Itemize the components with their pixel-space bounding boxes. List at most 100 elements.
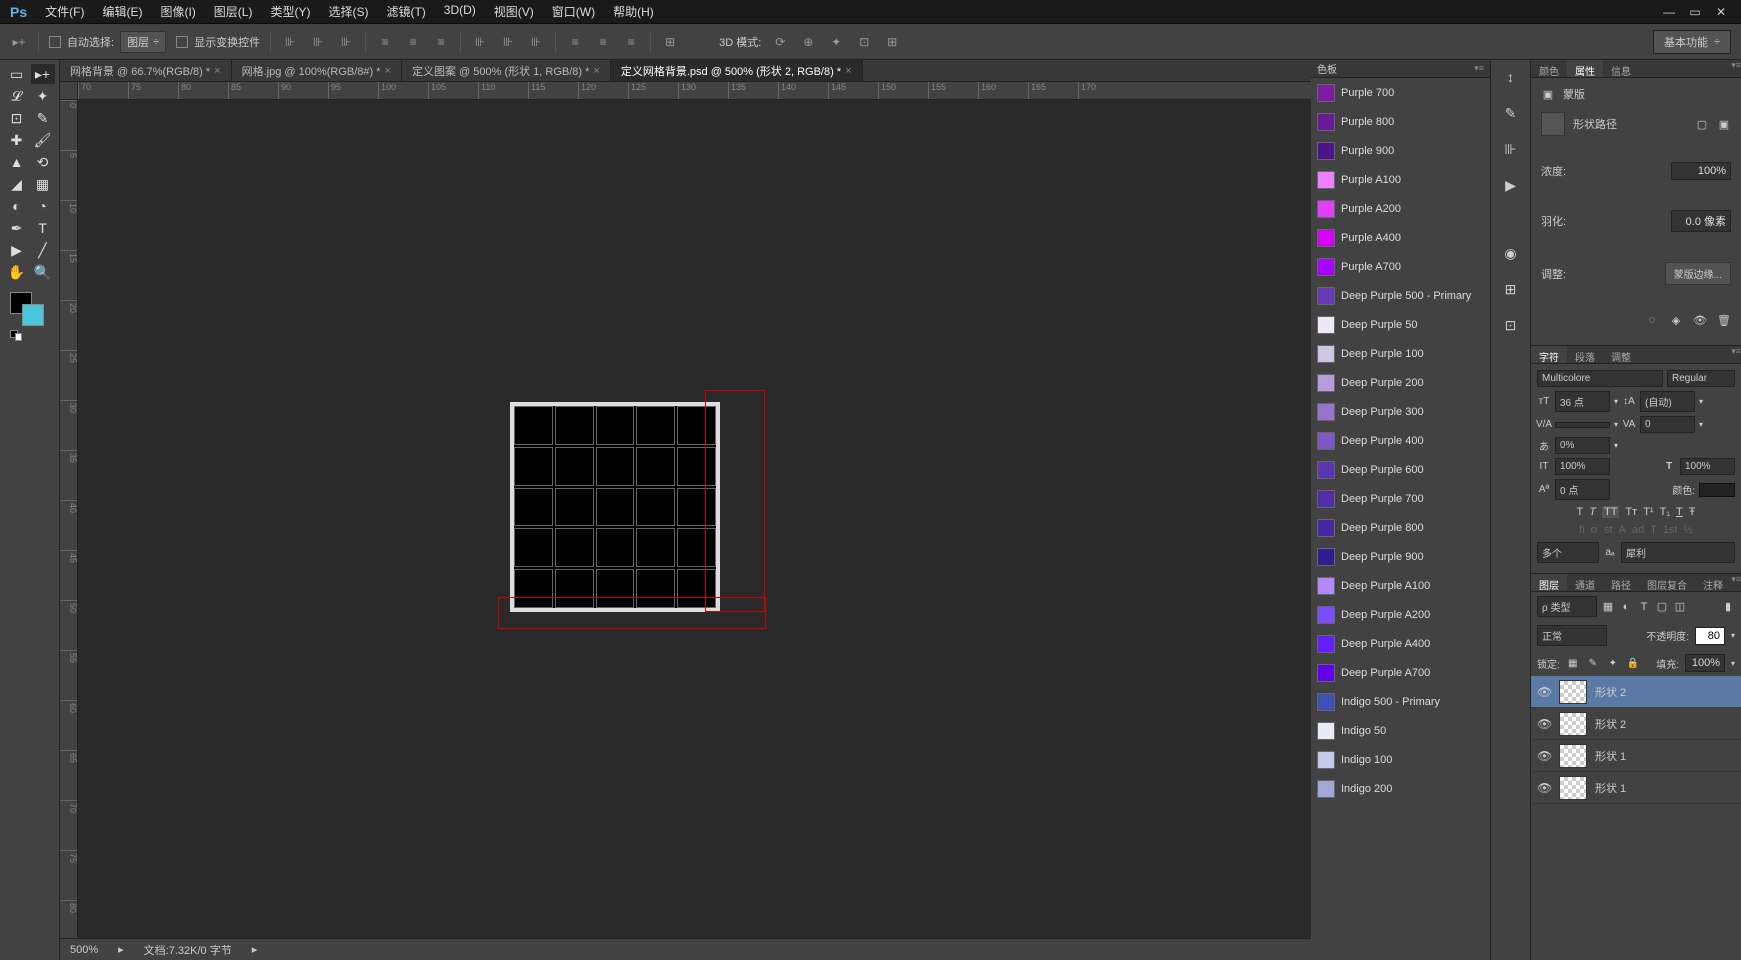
- swatches-tab[interactable]: 色板: [1317, 61, 1337, 76]
- sub-icon[interactable]: T₁: [1660, 506, 1670, 518]
- tab-paragraph[interactable]: 段落: [1567, 346, 1603, 363]
- visibility-icon[interactable]: 👁: [1537, 685, 1551, 699]
- caps-icon[interactable]: TT: [1602, 506, 1619, 518]
- chevron-icon[interactable]: ▸: [252, 943, 258, 956]
- zoom-tool[interactable]: 🔍: [31, 262, 55, 282]
- line-tool[interactable]: ╱: [31, 240, 55, 260]
- swatch-item[interactable]: Deep Purple 700: [1311, 484, 1490, 513]
- tab-comps[interactable]: 图层复合: [1639, 574, 1695, 591]
- visibility-icon[interactable]: 👁: [1537, 749, 1551, 763]
- swatch-item[interactable]: Deep Purple A200: [1311, 600, 1490, 629]
- close-button[interactable]: ✕: [1713, 6, 1729, 18]
- hscale-input[interactable]: 100%: [1680, 458, 1735, 475]
- density-input[interactable]: 100%: [1671, 162, 1731, 180]
- filter-kind-select[interactable]: ρ 类型: [1537, 596, 1597, 617]
- ot-icon[interactable]: fi: [1579, 524, 1585, 536]
- mask-mode-icon[interactable]: ▣: [1717, 117, 1731, 131]
- tab-color[interactable]: 颜色: [1531, 60, 1567, 77]
- ot-icon[interactable]: 1st: [1663, 524, 1678, 536]
- doc-tab[interactable]: 定义图案 @ 500% (形状 1, RGB/8) *×: [402, 60, 611, 81]
- menu-item[interactable]: 选择(S): [320, 1, 376, 22]
- distribute-icon[interactable]: ≡: [594, 33, 612, 51]
- path-select-tool[interactable]: ▶: [5, 240, 29, 260]
- gradient-tool[interactable]: ▦: [31, 174, 55, 194]
- ot-icon[interactable]: ad: [1632, 524, 1644, 536]
- swatch-item[interactable]: Indigo 50: [1311, 716, 1490, 745]
- tab-character[interactable]: 字符: [1531, 346, 1567, 363]
- fill-input[interactable]: 100%: [1685, 654, 1725, 672]
- swatch-item[interactable]: Deep Purple 100: [1311, 339, 1490, 368]
- wand-tool[interactable]: ✦: [31, 86, 55, 106]
- zoom-level[interactable]: 500%: [70, 944, 98, 956]
- swatch-item[interactable]: Deep Purple 800: [1311, 513, 1490, 542]
- menu-item[interactable]: 类型(Y): [262, 1, 318, 22]
- swatch-item[interactable]: Purple A400: [1311, 223, 1490, 252]
- show-transform-checkbox[interactable]: [176, 36, 188, 48]
- blur-tool[interactable]: ◐: [5, 196, 29, 216]
- filter-icon[interactable]: T: [1637, 600, 1651, 614]
- align-icon[interactable]: ⊪: [1500, 138, 1522, 160]
- swatch-item[interactable]: Deep Purple 600: [1311, 455, 1490, 484]
- filter-icon[interactable]: ◐: [1619, 600, 1633, 614]
- italic-icon[interactable]: T: [1589, 506, 1596, 518]
- super-icon[interactable]: T¹: [1643, 506, 1653, 518]
- menu-item[interactable]: 视图(V): [486, 1, 542, 22]
- visibility-icon[interactable]: 👁: [1537, 781, 1551, 795]
- swatch-item[interactable]: Deep Purple 50: [1311, 310, 1490, 339]
- heal-tool[interactable]: ✚: [5, 130, 29, 150]
- type-tool[interactable]: T: [31, 218, 55, 238]
- menu-item[interactable]: 图像(I): [152, 1, 203, 22]
- brush-tool[interactable]: 🖌: [31, 130, 55, 150]
- doc-tab[interactable]: 网格.jpg @ 100%(RGB/8#) *×: [232, 60, 402, 81]
- tab-adjust[interactable]: 调整: [1603, 346, 1639, 363]
- dodge-tool[interactable]: ◔: [31, 196, 55, 216]
- aa-method-select[interactable]: 犀利: [1621, 542, 1735, 563]
- minimize-button[interactable]: —: [1661, 6, 1677, 18]
- align-icon[interactable]: ⊪: [309, 33, 327, 51]
- swatch-item[interactable]: Deep Purple A400: [1311, 629, 1490, 658]
- 3d-icon[interactable]: ⊞: [883, 33, 901, 51]
- tab-close-icon[interactable]: ×: [593, 65, 599, 77]
- ot-icon[interactable]: st: [1604, 524, 1613, 536]
- auto-align-icon[interactable]: ⊞: [661, 33, 679, 51]
- align-icon[interactable]: ≡: [376, 33, 394, 51]
- workspace-switcher[interactable]: 基本功能 ÷: [1653, 30, 1731, 54]
- doc-tab[interactable]: 定义网格背景.psd @ 500% (形状 2, RGB/8) *×: [611, 60, 863, 81]
- lock-all-icon[interactable]: 🔒: [1626, 656, 1640, 670]
- tab-paths[interactable]: 路径: [1603, 574, 1639, 591]
- lang-select[interactable]: 多个: [1537, 542, 1599, 563]
- circle-icon[interactable]: ◉: [1500, 242, 1522, 264]
- distribute-icon[interactable]: ⊪: [527, 33, 545, 51]
- swatch-item[interactable]: Deep Purple 500 - Primary: [1311, 281, 1490, 310]
- layer-item[interactable]: 👁形状 1: [1531, 740, 1741, 772]
- 3d-icon[interactable]: ⊡: [855, 33, 873, 51]
- visibility-icon[interactable]: 👁: [1537, 717, 1551, 731]
- panel-menu-icon[interactable]: ▾≡: [1731, 60, 1741, 77]
- align-icon[interactable]: ≡: [404, 33, 422, 51]
- smallcaps-icon[interactable]: Tт: [1625, 506, 1637, 518]
- swatch-item[interactable]: Deep Purple 900: [1311, 542, 1490, 571]
- swatch-item[interactable]: Indigo 200: [1311, 774, 1490, 803]
- panel-menu-icon[interactable]: ▾≡: [1731, 346, 1741, 363]
- trash-icon[interactable]: 🗑: [1717, 313, 1731, 327]
- tab-layers[interactable]: 图层: [1531, 574, 1567, 591]
- strike-icon[interactable]: Ŧ: [1689, 506, 1696, 518]
- ot-icon[interactable]: A: [1619, 524, 1626, 536]
- tracking-input[interactable]: 0: [1640, 416, 1695, 433]
- brush-icon[interactable]: ✎: [1500, 102, 1522, 124]
- font-family-select[interactable]: Multicolore: [1537, 370, 1663, 387]
- eye-icon[interactable]: 👁: [1693, 313, 1707, 327]
- filter-toggle[interactable]: ▮: [1721, 600, 1735, 614]
- mask-icon[interactable]: ◌: [1645, 313, 1659, 327]
- swatch-item[interactable]: Purple 900: [1311, 136, 1490, 165]
- history-brush-tool[interactable]: ⟲: [31, 152, 55, 172]
- tab-close-icon[interactable]: ×: [845, 65, 851, 77]
- layer-item[interactable]: 👁形状 1: [1531, 772, 1741, 804]
- swatch-item[interactable]: Indigo 500 - Primary: [1311, 687, 1490, 716]
- mask-edge-button[interactable]: 蒙版边缘...: [1665, 262, 1731, 285]
- play-icon[interactable]: ▶: [1500, 174, 1522, 196]
- doc-tab[interactable]: 网格背景 @ 66.7%(RGB/8) *×: [60, 60, 232, 81]
- menu-item[interactable]: 滤镜(T): [378, 1, 433, 22]
- 3d-icon[interactable]: ⟳: [771, 33, 789, 51]
- ot-icon[interactable]: ơ: [1591, 524, 1598, 536]
